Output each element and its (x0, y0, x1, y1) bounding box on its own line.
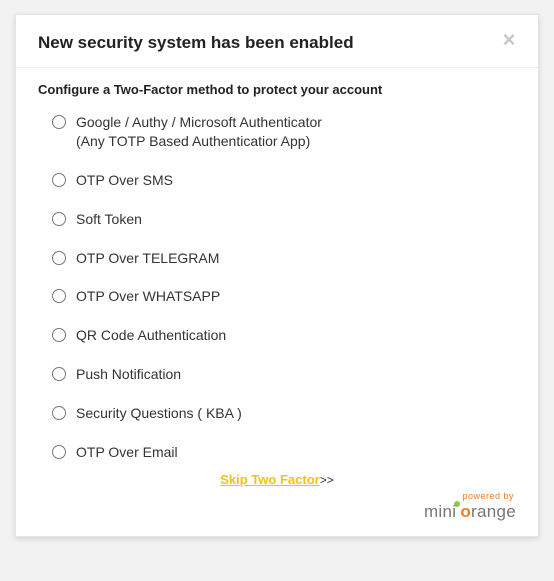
option-label: Google / Authy / Microsoft Authenticator… (76, 113, 322, 151)
option-otp-telegram: OTP Over TELEGRAM (52, 249, 516, 268)
option-label: OTP Over TELEGRAM (76, 249, 219, 268)
option-label: OTP Over WHATSAPP (76, 287, 220, 306)
radio-otp-email[interactable] (52, 445, 66, 459)
modal-subtitle: Configure a Two-Factor method to protect… (38, 82, 516, 97)
powered-by-label: powered by (38, 491, 514, 501)
radio-otp-telegram[interactable] (52, 251, 66, 265)
option-label: OTP Over SMS (76, 171, 173, 190)
option-push-notification: Push Notification (52, 365, 516, 384)
option-otp-email: OTP Over Email (52, 443, 516, 462)
option-totp-authenticator: Google / Authy / Microsoft Authenticator… (52, 113, 516, 151)
skip-row: Skip Two Factor>> (38, 472, 516, 487)
skip-two-factor-link[interactable]: Skip Two Factor (220, 472, 319, 487)
modal-title: New security system has been enabled (38, 33, 516, 67)
radio-security-questions[interactable] (52, 406, 66, 420)
radio-otp-sms[interactable] (52, 173, 66, 187)
option-qr-code: QR Code Authentication (52, 326, 516, 345)
radio-soft-token[interactable] (52, 212, 66, 226)
option-label: OTP Over Email (76, 443, 178, 462)
option-label: Security Questions ( KBA ) (76, 404, 242, 423)
divider (16, 67, 538, 68)
two-factor-setup-modal: × New security system has been enabled C… (15, 14, 539, 537)
close-icon[interactable]: × (498, 29, 520, 51)
powered-by-brand: powered by miniorange (38, 491, 516, 522)
brand-text-o: o (460, 502, 471, 521)
radio-push-notification[interactable] (52, 367, 66, 381)
option-label-sub: (Any TOTP Based Authenticatior App) (76, 132, 322, 151)
skip-arrows: >> (320, 473, 334, 487)
option-soft-token: Soft Token (52, 210, 516, 229)
radio-qr-code[interactable] (52, 328, 66, 342)
brand-miniorange: miniorange (424, 502, 516, 521)
option-label: QR Code Authentication (76, 326, 226, 345)
radio-totp-authenticator[interactable] (52, 115, 66, 129)
two-factor-options-list: Google / Authy / Microsoft Authenticator… (38, 113, 516, 462)
brand-text-mini: mini (424, 502, 456, 521)
option-label: Push Notification (76, 365, 181, 384)
option-label: Soft Token (76, 210, 142, 229)
option-otp-whatsapp: OTP Over WHATSAPP (52, 287, 516, 306)
brand-text-range: range (471, 502, 516, 521)
radio-otp-whatsapp[interactable] (52, 289, 66, 303)
option-otp-sms: OTP Over SMS (52, 171, 516, 190)
option-label-main: Google / Authy / Microsoft Authenticator (76, 114, 322, 130)
option-security-questions: Security Questions ( KBA ) (52, 404, 516, 423)
